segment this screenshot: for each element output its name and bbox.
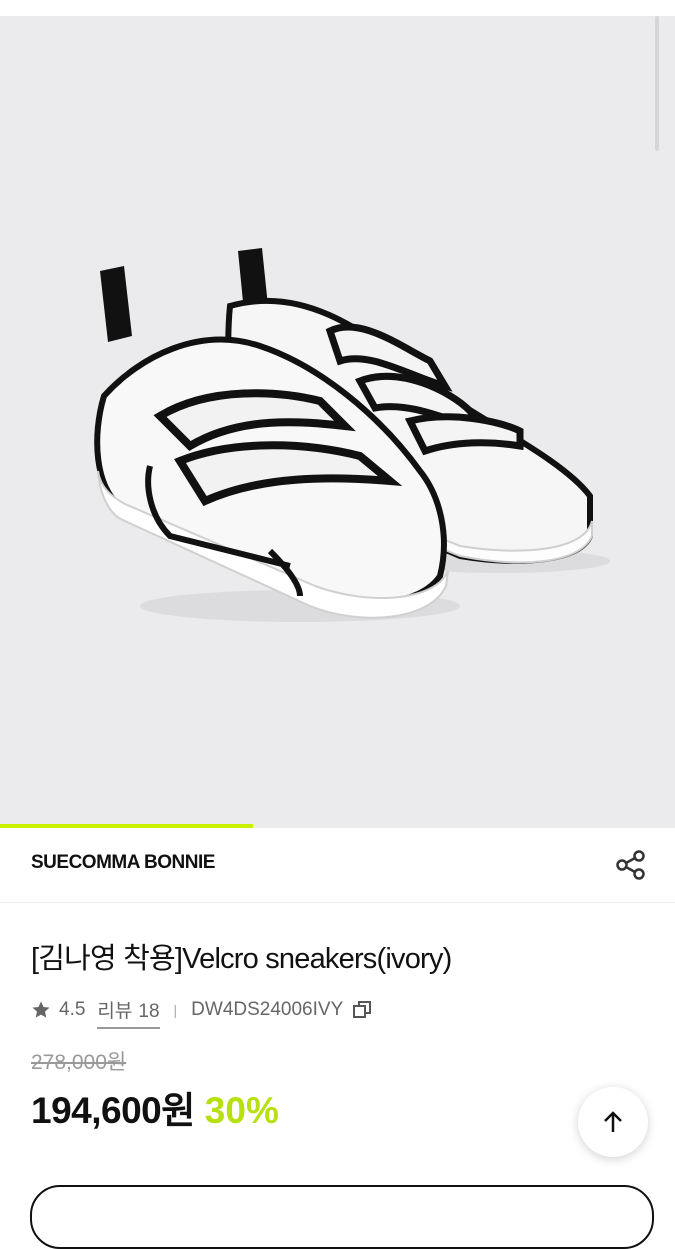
review-count: 18 bbox=[138, 1000, 160, 1022]
copy-icon[interactable] bbox=[351, 999, 373, 1021]
meta-separator: | bbox=[173, 1002, 178, 1018]
star-icon bbox=[32, 1001, 50, 1018]
review-label: 리뷰 bbox=[97, 1000, 133, 1022]
product-meta-row: 4.5 리뷰 18 | DW4DS24006IVY bbox=[31, 995, 373, 1029]
scroll-to-top-button[interactable] bbox=[578, 1087, 648, 1157]
original-price: 278,000원 bbox=[31, 1051, 127, 1074]
arrow-up-icon bbox=[604, 1111, 622, 1132]
product-title: [김나영 착용]Velcro sneakers(ivory) bbox=[31, 943, 452, 975]
brand-name[interactable]: SUECOMMA BONNIE bbox=[31, 852, 215, 874]
gallery-scrollbar[interactable] bbox=[655, 16, 659, 151]
bottom-action-button[interactable] bbox=[30, 1185, 654, 1249]
rating-value: 4.5 bbox=[59, 999, 86, 1020]
product-image-gallery[interactable] bbox=[0, 16, 675, 827]
price-row: 194,600원 30% bbox=[31, 1080, 279, 1134]
review-link[interactable]: 리뷰 18 bbox=[97, 996, 160, 1029]
product-code: DW4DS24006IVY bbox=[191, 999, 344, 1020]
brand-row: SUECOMMA BONNIE bbox=[0, 828, 675, 903]
top-strip bbox=[0, 0, 675, 16]
share-icon bbox=[616, 850, 645, 880]
share-button[interactable] bbox=[612, 846, 650, 884]
sale-price: 194,600원 bbox=[31, 1090, 195, 1131]
discount-rate: 30% bbox=[204, 1090, 279, 1131]
product-image bbox=[94, 248, 610, 622]
